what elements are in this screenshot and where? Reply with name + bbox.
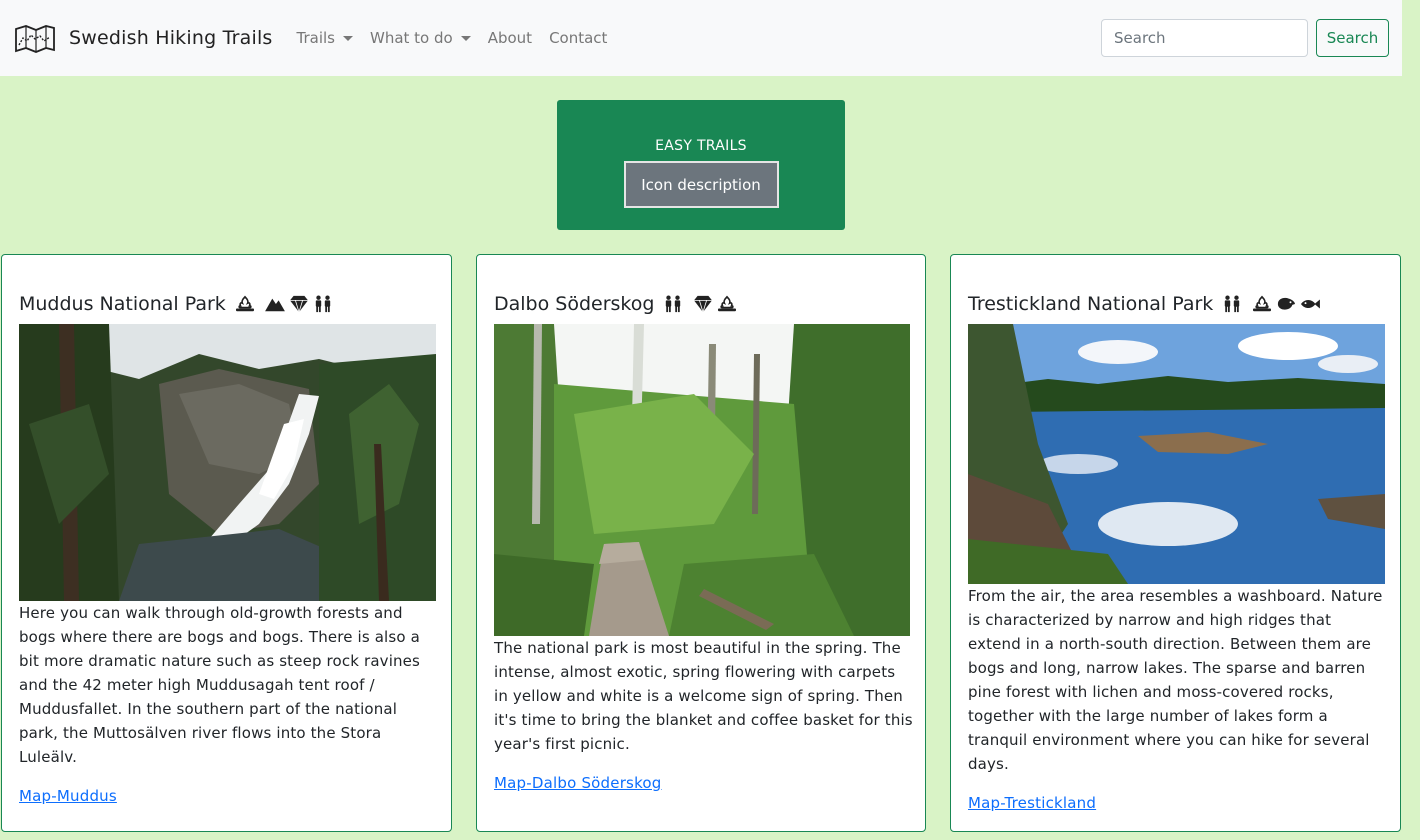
diamond-icon <box>288 295 310 313</box>
trail-card-muddus: Muddus National Park Here you can walk t… <box>1 254 452 832</box>
diamond-icon <box>692 295 714 313</box>
caret-down-icon <box>343 35 353 41</box>
card-title-text: Dalbo Söderskog <box>494 293 655 315</box>
card-title-text: Trestickland National Park <box>968 293 1214 315</box>
card-title: Trestickland National Park <box>968 293 1321 315</box>
map-link[interactable]: Map-Muddus <box>19 787 117 805</box>
card-text: The national park is most beautiful in t… <box>494 639 913 753</box>
caret-down-icon <box>460 35 471 41</box>
card-icons <box>1221 295 1321 313</box>
nav-item-label: About <box>487 29 533 47</box>
lake-photo <box>968 324 1385 584</box>
map-link[interactable]: Map-Dalbo Söderskog <box>494 774 662 792</box>
forest-path-photo <box>494 324 910 636</box>
nav-item-label: Contact <box>549 29 608 47</box>
nav-item-contact[interactable]: Contact <box>549 29 607 47</box>
banner-title: EASY TRAILS <box>655 138 747 154</box>
family-icon <box>312 295 334 313</box>
family-icon <box>662 295 684 313</box>
family-icon <box>1221 295 1243 313</box>
nav-item-about[interactable]: About <box>488 29 532 47</box>
campfire-icon <box>234 295 256 313</box>
nav-links: Trails What to do About Contact <box>297 29 625 47</box>
brand[interactable]: Swedish Hiking Trails <box>14 23 273 53</box>
nav-item-trails[interactable]: Trails <box>297 29 353 47</box>
waterfall-photo <box>19 324 436 601</box>
campfire-icon <box>1251 295 1273 313</box>
bird-icon <box>1275 295 1297 313</box>
trail-card-trestickland: Trestickland National Park From the air,… <box>950 254 1401 832</box>
card-text: Here you can walk through old-growth for… <box>19 604 421 766</box>
search-button[interactable]: Search <box>1316 19 1389 57</box>
nav-item-label: What to do <box>370 29 453 47</box>
card-icons <box>234 295 334 313</box>
search-input[interactable] <box>1101 19 1308 57</box>
navbar: Swedish Hiking Trails Trails What to do … <box>0 0 1402 76</box>
card-text: From the air, the area resembles a washb… <box>968 587 1383 773</box>
card-icons <box>662 295 738 313</box>
card-title: Dalbo Söderskog <box>494 293 738 315</box>
nav-item-what-to-do[interactable]: What to do <box>370 29 471 47</box>
brand-name: Swedish Hiking Trails <box>69 27 273 49</box>
mountain-icon <box>264 295 286 313</box>
easy-trails-banner: EASY TRAILS Icon description <box>557 100 845 230</box>
campfire-icon <box>716 295 738 313</box>
trail-card-dalbo: Dalbo Söderskog The national park is mos… <box>476 254 926 832</box>
fish-icon <box>1299 295 1321 313</box>
card-title: Muddus National Park <box>19 293 334 315</box>
nav-item-label: Trails <box>296 29 335 47</box>
map-link[interactable]: Map-Trestickland <box>968 794 1096 812</box>
card-title-text: Muddus National Park <box>19 293 226 315</box>
search-form: Search <box>1101 19 1389 57</box>
map-icon <box>15 25 55 53</box>
icon-description-button[interactable]: Icon description <box>623 161 779 208</box>
